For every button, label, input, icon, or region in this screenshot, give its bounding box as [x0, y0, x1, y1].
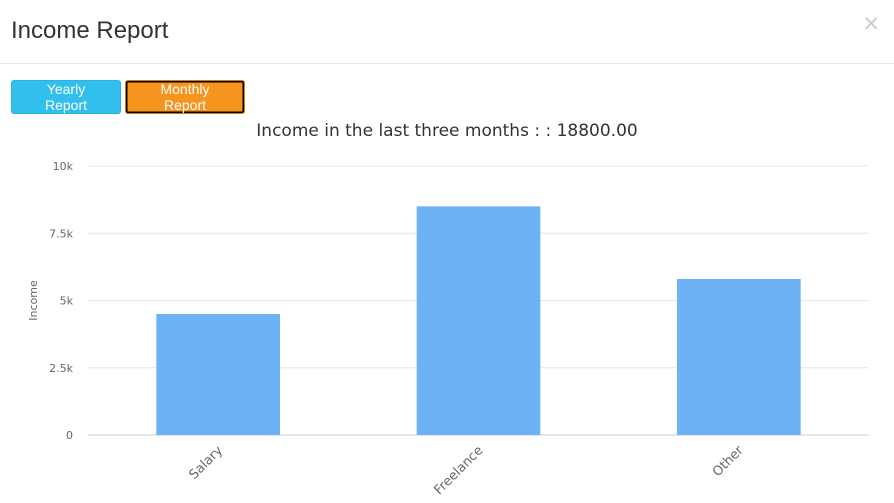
bar — [416, 206, 541, 435]
x-tick-label: Salary — [187, 443, 227, 483]
y-tick-label: 5k — [60, 295, 74, 308]
bar — [677, 278, 801, 435]
y-tick-label: 2.5k — [49, 362, 73, 375]
x-tick-label: Freelance — [431, 443, 486, 498]
y-tick-label: 7.5k — [49, 227, 73, 240]
y-axis-label: Income — [27, 280, 40, 321]
x-tick-label: Other — [710, 443, 747, 480]
y-tick-label: 10k — [53, 160, 74, 173]
bar — [156, 313, 280, 435]
y-tick-label: 0 — [66, 429, 73, 442]
income-bar-chart: 0 2.5k 5k 7.5k 10k Income Salary Freelance Other — [27, 160, 869, 498]
